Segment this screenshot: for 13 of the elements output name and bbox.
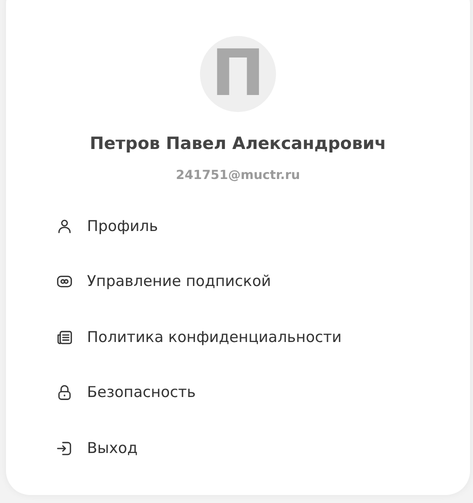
card-icon xyxy=(56,273,73,290)
user-email: 241751@muctr.ru xyxy=(174,166,302,184)
lock-icon xyxy=(56,384,73,401)
user-name: Петров Павел Александрович xyxy=(88,133,388,156)
menu-item[interactable]: Политика конфиденциальности xyxy=(56,309,342,365)
person-icon xyxy=(56,218,73,234)
menu-item[interactable]: Выход xyxy=(56,420,138,476)
exit-icon xyxy=(56,440,73,456)
document-icon xyxy=(56,328,73,346)
menu-item[interactable]: Безопасность xyxy=(56,364,196,420)
avatar: П xyxy=(200,36,276,112)
menu-item[interactable]: Профиль xyxy=(56,198,158,254)
menu-item[interactable]: Управление подпиской xyxy=(56,254,272,310)
